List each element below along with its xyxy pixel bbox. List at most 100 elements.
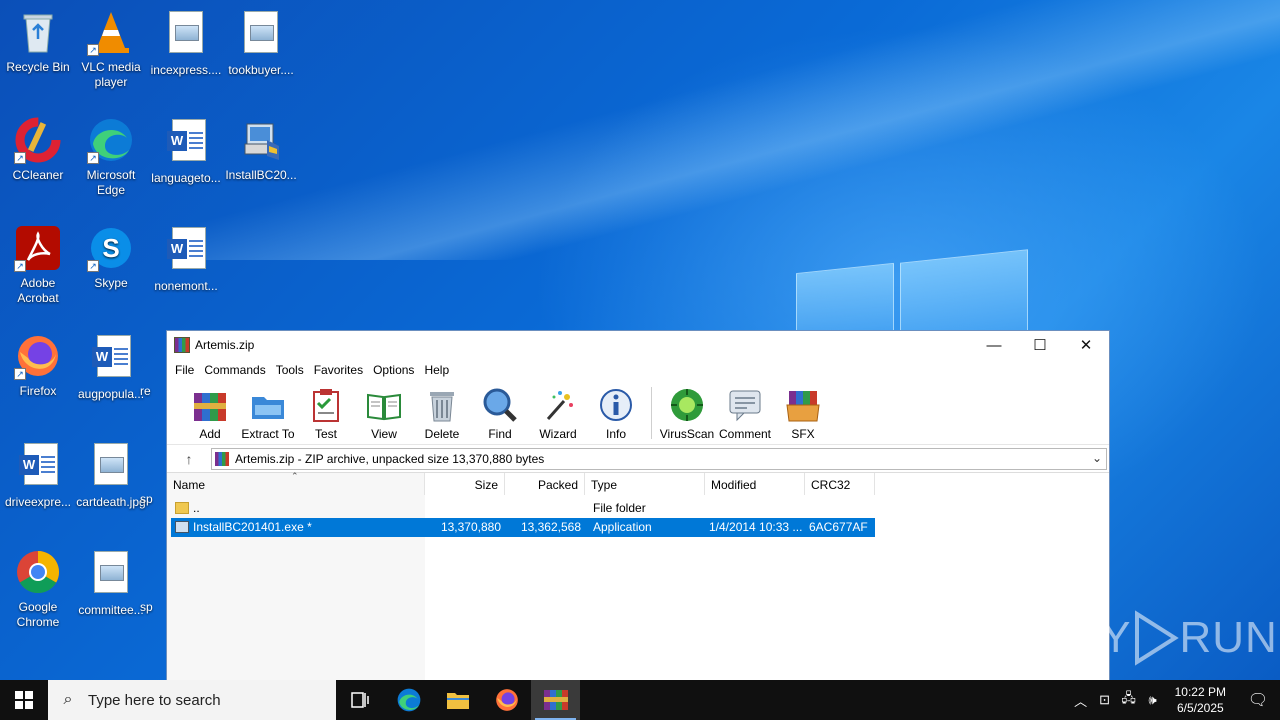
toolbar-label: Add — [199, 427, 221, 441]
menu-bar: File Commands Tools Favorites Options He… — [167, 359, 1109, 381]
archive-path-field[interactable]: Artemis.zip - ZIP archive, unpacked size… — [211, 447, 1107, 470]
desktop-icon-google-chrome[interactable]: Google Chrome — [0, 548, 76, 630]
minimize-button[interactable]: — — [971, 331, 1017, 359]
table-row-parent[interactable]: .. File folder — [171, 499, 875, 518]
toolbar-add-button[interactable]: Add — [181, 381, 239, 441]
desktop-icon-sp-2[interactable]: sp — [140, 548, 168, 615]
toolbar-test-button[interactable]: Test — [297, 381, 355, 441]
image-file-icon — [237, 11, 285, 59]
menu-tools[interactable]: Tools — [271, 363, 309, 377]
start-button[interactable] — [0, 680, 48, 720]
toolbar-wizard-button[interactable]: Wizard — [529, 381, 587, 441]
toolbar-label: Comment — [718, 427, 771, 441]
shortcut-arrow-icon: ↗ — [14, 260, 26, 272]
desktop-icon-nonemont[interactable]: W nonemont... — [148, 224, 224, 294]
column-packed[interactable]: Packed — [505, 473, 585, 495]
taskbar-edge[interactable] — [384, 680, 433, 720]
desktop-icon-skype[interactable]: S ↗ Skype — [73, 224, 149, 291]
taskbar-search-box[interactable]: ⌕ Type here to search — [48, 680, 336, 720]
column-modified[interactable]: Modified — [705, 473, 805, 495]
taskbar-firefox[interactable] — [482, 680, 531, 720]
toolbar-label: Extract To — [241, 427, 295, 441]
svg-text:S: S — [102, 233, 119, 263]
desktop-icon-label: re — [140, 384, 151, 398]
column-headers: Name ⌃ Size Packed Type Modified CRC32 — [167, 471, 875, 495]
chevron-down-icon[interactable]: ⌄ — [1092, 451, 1102, 465]
close-button[interactable]: ✕ — [1063, 331, 1109, 359]
toolbar-sfx-button[interactable]: SFX — [774, 381, 832, 441]
installer-icon — [237, 116, 285, 164]
menu-favorites[interactable]: Favorites — [309, 363, 368, 377]
column-type[interactable]: Type — [585, 473, 705, 495]
toolbar-virusscan-button[interactable]: VirusScan — [658, 381, 716, 441]
taskbar-file-explorer[interactable] — [433, 680, 482, 720]
winrar-app-icon — [174, 337, 190, 353]
shortcut-arrow-icon: ↗ — [14, 368, 26, 380]
row-type: File folder — [593, 501, 646, 515]
window-titlebar[interactable]: Artemis.zip — ☐ ✕ — [167, 331, 1109, 359]
table-row-selected[interactable]: InstallBC201401.exe * 13,370,880 13,362,… — [171, 518, 875, 537]
desktop-icon-label: committee... — [78, 603, 144, 617]
word-document-icon: W — [162, 119, 210, 167]
sfx-box-icon — [785, 387, 821, 423]
add-archive-icon — [192, 387, 228, 423]
desktop-icon-recycle-bin[interactable]: Recycle Bin — [0, 8, 76, 75]
desktop-icon-label: nonemont... — [154, 279, 218, 293]
anyrun-watermark: ANY RUN — [1038, 610, 1278, 666]
menu-options[interactable]: Options — [368, 363, 419, 377]
desktop-icon-driveexpre[interactable]: W driveexpre... — [0, 440, 76, 510]
notification-icon[interactable]: 🗨 — [1236, 690, 1280, 710]
volume-icon[interactable]: 🕪 — [1141, 692, 1165, 708]
winrar-icon — [543, 690, 568, 710]
desktop-icon-firefox[interactable]: ↗ Firefox — [0, 332, 76, 399]
taskbar-winrar[interactable] — [531, 680, 580, 720]
chevron-up-icon[interactable]: ︿ — [1069, 691, 1093, 710]
toolbar-find-button[interactable]: Find — [471, 381, 529, 441]
desktop-icon-label: Firefox — [19, 384, 57, 398]
word-document-icon: W — [14, 443, 62, 491]
comment-icon — [727, 387, 763, 423]
desktop-icon-label: sp — [140, 492, 153, 506]
desktop-icon-committee[interactable]: committee... — [73, 548, 149, 618]
desktop-icon-ccleaner[interactable]: ↗ CCleaner — [0, 116, 76, 183]
menu-commands[interactable]: Commands — [199, 363, 270, 377]
menu-file[interactable]: File — [170, 363, 199, 377]
taskbar-clock[interactable]: 10:22 PM 6/5/2025 — [1165, 684, 1236, 716]
desktop-icon-adobe-acrobat[interactable]: ↗ Adobe Acrobat — [0, 224, 76, 306]
task-view-button[interactable] — [336, 680, 384, 720]
desktop-icon-re[interactable]: re — [140, 332, 168, 399]
edge-icon — [397, 688, 420, 712]
desktop-icon-incexpress[interactable]: incexpress.... — [148, 8, 224, 78]
desktop-icon-tookbuyer[interactable]: tookbuyer.... — [223, 8, 299, 78]
toolbar-separator — [651, 387, 652, 439]
play-triangle-icon — [1135, 610, 1180, 666]
toolbar-view-button[interactable]: View — [355, 381, 413, 441]
column-size[interactable]: Size — [425, 473, 505, 495]
up-arrow-icon[interactable]: ↑ — [167, 451, 211, 467]
desktop-icon-languageto[interactable]: W languageto... — [148, 116, 224, 186]
network-icon[interactable]: 🖧 — [1117, 689, 1141, 711]
desktop-icon-augpopula[interactable]: W augpopula... — [73, 332, 149, 402]
desktop-icon-label: tookbuyer.... — [228, 63, 294, 77]
toolbar-info-button[interactable]: Info — [587, 381, 645, 441]
desktop-icon-cartdeath[interactable]: cartdeath.jpg — [73, 440, 149, 510]
toolbar-delete-button[interactable]: Delete — [413, 381, 471, 441]
tray-app-icon[interactable]: ⊡ — [1093, 692, 1117, 708]
desktop-icon-sp[interactable]: sp — [140, 440, 168, 507]
windows-logo-icon — [15, 691, 33, 709]
toolbar-label: Info — [605, 427, 626, 441]
column-crc32[interactable]: CRC32 — [805, 473, 875, 495]
desktop-icon-installbc[interactable]: InstallBC20... — [223, 116, 299, 183]
desktop-icon-label: Microsoft Edge — [86, 168, 136, 197]
row-crc32: 6AC677AF — [809, 520, 868, 534]
toolbar-comment-button[interactable]: Comment — [716, 381, 774, 441]
toolbar-label: Delete — [424, 427, 460, 441]
shortcut-arrow-icon: ↗ — [87, 44, 99, 56]
maximize-button[interactable]: ☐ — [1017, 331, 1063, 359]
desktop-icon-vlc[interactable]: ↗ VLC media player — [73, 8, 149, 90]
window-title: Artemis.zip — [195, 338, 255, 352]
toolbar-extract-button[interactable]: Extract To — [239, 381, 297, 441]
menu-help[interactable]: Help — [419, 363, 454, 377]
desktop-icon-microsoft-edge[interactable]: ↗ Microsoft Edge — [73, 116, 149, 198]
column-name[interactable]: Name ⌃ — [167, 471, 425, 495]
